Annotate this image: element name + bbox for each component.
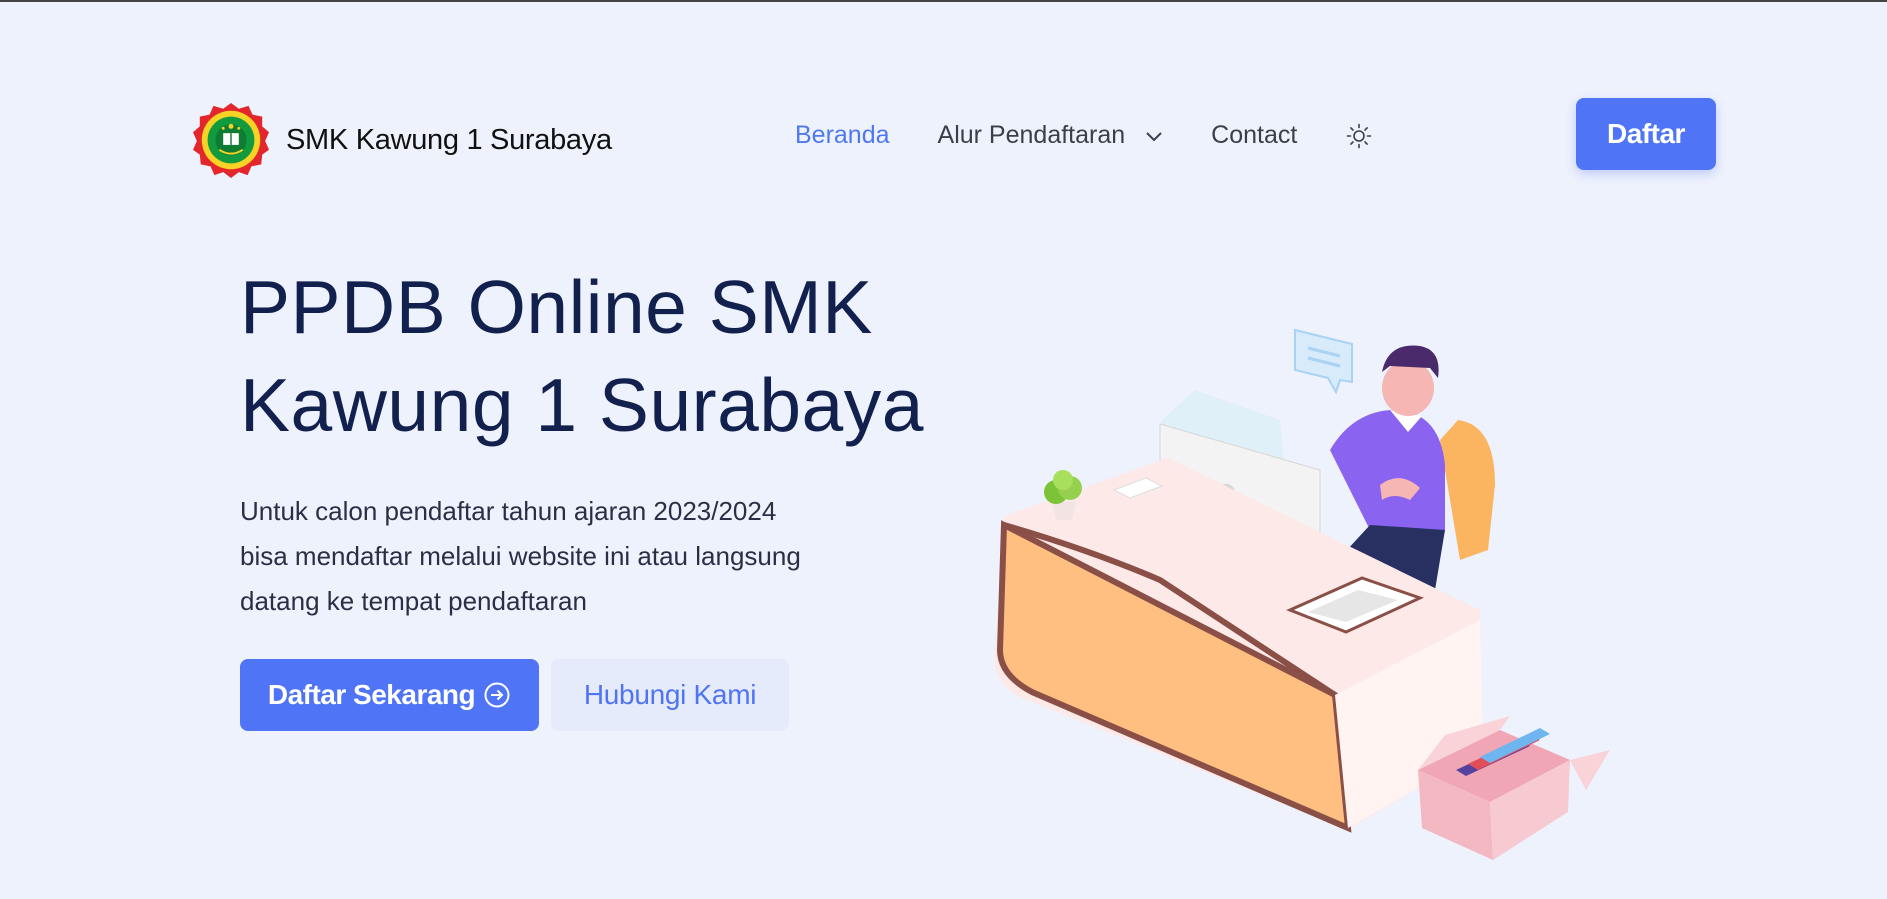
chat-bubble-icon: [1294, 328, 1353, 395]
sun-icon: [1347, 123, 1372, 148]
hero-desc-line3: datang ke tempat pendaftaran: [240, 586, 587, 616]
cta-row: Daftar Sekarang Hubungi Kami: [240, 659, 789, 731]
nav-contact[interactable]: Contact: [1211, 121, 1297, 150]
nav-alur-label: Alur Pendaftaran: [937, 121, 1126, 149]
daftar-button[interactable]: Daftar: [1576, 98, 1716, 170]
hero-desc-line2: bisa mendaftar melalui website ini atau …: [240, 541, 801, 571]
brand[interactable]: SMK Kawung 1 Surabaya: [192, 101, 612, 179]
arrow-right-circle-icon: [484, 682, 510, 708]
hero-title-line2: Kawung 1 Surabaya: [240, 363, 924, 447]
hero-desc-line1: Untuk calon pendaftar tahun ajaran 2023/…: [240, 496, 777, 526]
daftar-sekarang-label: Daftar Sekarang: [267, 679, 476, 710]
school-emblem-logo: [192, 102, 270, 179]
site-header: SMK Kawung 1 Surabaya Beranda Alur Penda…: [0, 0, 1887, 190]
hero-title: PPDB Online SMK Kawung 1 Surabaya: [240, 258, 940, 454]
chevron-down-icon: [1146, 131, 1162, 141]
daftar-sekarang-button[interactable]: Daftar Sekarang: [240, 659, 539, 731]
hubungi-kami-button[interactable]: Hubungi Kami: [551, 659, 789, 731]
hero-description: Untuk calon pendaftar tahun ajaran 2023/…: [240, 489, 900, 624]
main-nav: Beranda Alur Pendaftaran Contact: [795, 121, 1373, 150]
hero-title-line1: PPDB Online SMK: [240, 265, 873, 349]
theme-toggle[interactable]: [1345, 122, 1373, 150]
hero-illustration: [994, 328, 1610, 860]
nav-beranda[interactable]: Beranda: [795, 121, 890, 150]
nav-alur-pendaftaran[interactable]: Alur Pendaftaran: [938, 121, 1164, 150]
brand-name: SMK Kawung 1 Surabaya: [286, 123, 612, 156]
box-icon: [1418, 716, 1610, 860]
